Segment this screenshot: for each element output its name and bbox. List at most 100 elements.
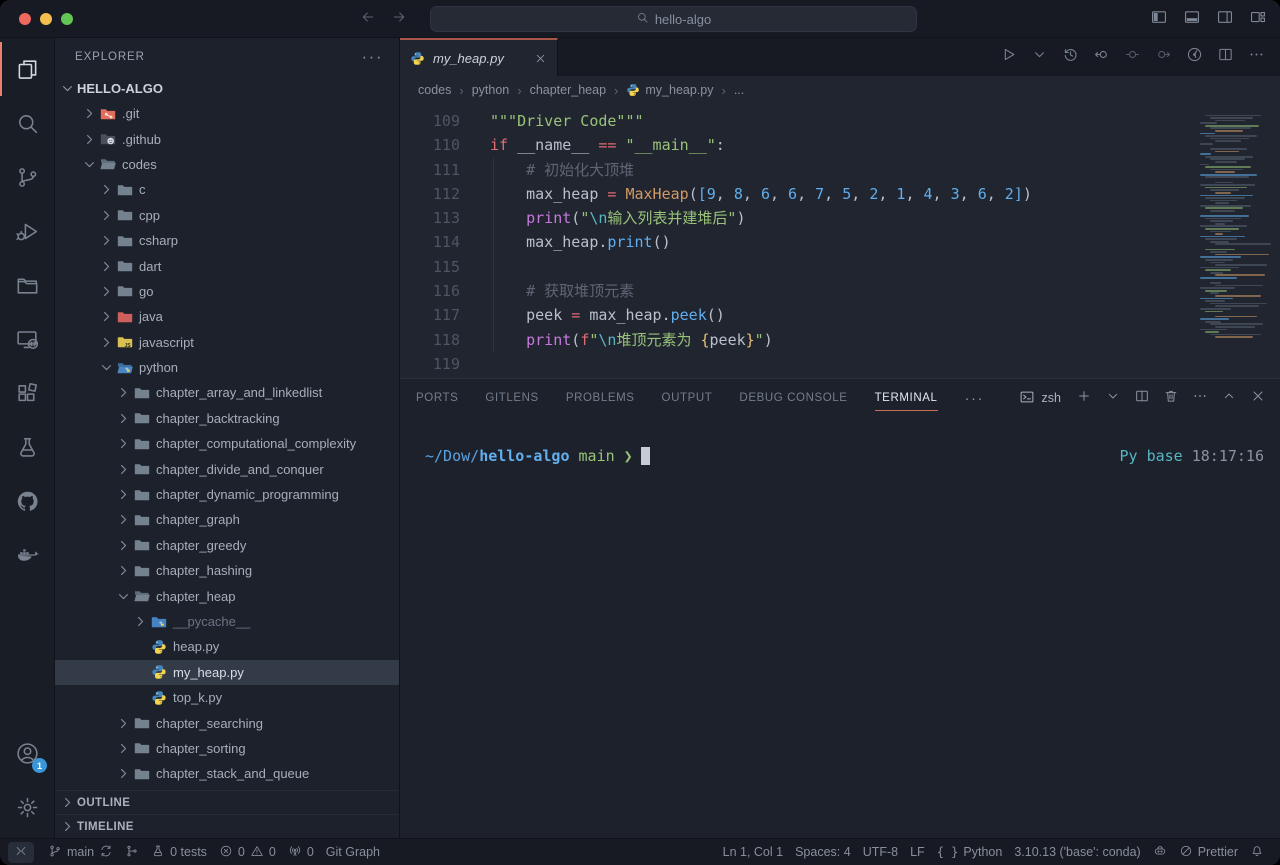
split-editor-icon[interactable] (1217, 46, 1234, 68)
nav-back-icon[interactable] (1093, 46, 1110, 68)
more-actions-icon[interactable] (1248, 46, 1265, 68)
breadcrumb-item-chapter-heap[interactable]: chapter_heap (530, 83, 606, 97)
tree-item-java[interactable]: java (55, 304, 399, 329)
activity-folder-explorer[interactable] (0, 258, 54, 312)
status-branch[interactable]: main (42, 842, 119, 863)
tree-item-chapter-stack-and-queue[interactable]: chapter_stack_and_queue (55, 761, 399, 786)
panel-tabs-more-icon[interactable]: ··· (965, 390, 985, 407)
panel-tab-output[interactable]: OUTPUT (662, 379, 713, 417)
tree-root-hello-algo[interactable]: HELLO-ALGO (55, 76, 399, 101)
minimize-window-button[interactable] (40, 13, 52, 25)
section-outline[interactable]: OUTLINE (55, 790, 399, 814)
tree-item-heap-py[interactable]: heap.py (55, 634, 399, 659)
toggle-secondary-sidebar-icon[interactable] (1216, 8, 1234, 31)
breadcrumb-item-my-heap-py[interactable]: my_heap.py (626, 82, 713, 98)
activity-explorer[interactable] (0, 42, 54, 96)
nav-dot-icon[interactable] (1124, 46, 1141, 68)
command-center-search[interactable]: hello-algo (430, 6, 917, 32)
status-tests[interactable]: 0 tests (145, 842, 213, 863)
tree-item-chapter-searching[interactable]: chapter_searching (55, 710, 399, 735)
activity-github[interactable] (0, 474, 54, 528)
tree-item-chapter-divide-and-conquer[interactable]: chapter_divide_and_conquer (55, 456, 399, 481)
split-terminal-icon[interactable] (1134, 388, 1150, 409)
close-window-button[interactable] (19, 13, 31, 25)
activity-docker[interactable] (0, 528, 54, 582)
activity-settings[interactable] (0, 780, 54, 834)
new-terminal-icon[interactable] (1076, 388, 1092, 409)
tree-item-codes[interactable]: codes (55, 152, 399, 177)
tree-item-chapter-dynamic-programming[interactable]: chapter_dynamic_programming (55, 482, 399, 507)
tree-item-chapter-heap[interactable]: chapter_heap (55, 583, 399, 608)
maximize-panel-icon[interactable] (1221, 388, 1237, 409)
status-eol[interactable]: LF (904, 842, 931, 863)
status-language-mode[interactable]: { }Python (931, 842, 1009, 863)
status-notifications[interactable] (1244, 842, 1270, 863)
panel-tab-ports[interactable]: PORTS (416, 379, 458, 417)
panel-tab-debug-console[interactable]: DEBUG CONSOLE (739, 379, 847, 417)
close-tab-icon[interactable] (534, 52, 547, 65)
status-cursor-position[interactable]: Ln 1, Col 1 (717, 842, 789, 863)
status-prettier[interactable]: Prettier (1173, 842, 1244, 863)
status-encoding[interactable]: UTF-8 (857, 842, 904, 863)
tree-item-top-k-py[interactable]: top_k.py (55, 685, 399, 710)
tab-my-heap-py[interactable]: my_heap.py (400, 38, 558, 76)
status-indentation[interactable]: Spaces: 4 (789, 842, 857, 863)
activity-remote-explorer[interactable] (0, 312, 54, 366)
customize-layout-icon[interactable] (1249, 8, 1267, 31)
run-dropdown[interactable] (1031, 46, 1048, 68)
tree-item-chapter-sorting[interactable]: chapter_sorting (55, 736, 399, 761)
history-icon[interactable] (1062, 46, 1079, 68)
activity-run-and-debug[interactable] (0, 204, 54, 258)
tree-item-chapter-greedy[interactable]: chapter_greedy (55, 533, 399, 558)
panel-tab-terminal[interactable]: TERMINAL (875, 379, 938, 417)
terminal-view[interactable]: ~/Dow/hello-algo main ❯ Py base 18:17:16 (400, 417, 1280, 838)
breadcrumb-item--[interactable]: ... (734, 83, 744, 97)
tree-item-c[interactable]: c (55, 177, 399, 202)
activity-accounts[interactable]: 1 (0, 726, 54, 780)
tree-item-chapter-backtracking[interactable]: chapter_backtracking (55, 406, 399, 431)
status-ports[interactable]: 0 (282, 842, 320, 863)
tree-item-chapter-graph[interactable]: chapter_graph (55, 507, 399, 532)
breadcrumb-item-codes[interactable]: codes (418, 83, 451, 97)
tree-item-python[interactable]: python (55, 355, 399, 380)
tree-item-csharp[interactable]: csharp (55, 228, 399, 253)
tree-item--pycache-[interactable]: __pycache__ (55, 609, 399, 634)
tree-item-my-heap-py[interactable]: my_heap.py (55, 660, 399, 685)
navigate-back-icon[interactable] (360, 9, 376, 30)
status-python-interpreter[interactable]: 3.10.13 ('base': conda) (1008, 842, 1146, 863)
section-timeline[interactable]: TIMELINE (55, 814, 399, 838)
status-remote-indicator[interactable] (8, 842, 34, 863)
panel-tab-problems[interactable]: PROBLEMS (566, 379, 635, 417)
panel-tab-gitlens[interactable]: GITLENS (485, 379, 538, 417)
run-button[interactable] (1000, 46, 1017, 68)
navigate-forward-icon[interactable] (391, 9, 407, 30)
tree-item-chapter-array-and-linkedlist[interactable]: chapter_array_and_linkedlist (55, 380, 399, 405)
tree-item--git[interactable]: .git (55, 101, 399, 126)
tree-item-go[interactable]: go (55, 279, 399, 304)
zoom-window-button[interactable] (61, 13, 73, 25)
gitlens-graph-icon[interactable] (1186, 46, 1203, 68)
terminal-dropdown-icon[interactable] (1105, 388, 1121, 409)
status-git-graph-button[interactable] (119, 842, 145, 863)
tree-item-javascript[interactable]: JSjavascript (55, 330, 399, 355)
tree-item--github[interactable]: .github (55, 126, 399, 151)
sidebar-more-actions-icon[interactable]: ··· (362, 47, 383, 67)
minimap[interactable] (1200, 112, 1272, 339)
tree-item-cpp[interactable]: cpp (55, 203, 399, 228)
tree-item-chapter-computational-complexity[interactable]: chapter_computational_complexity (55, 431, 399, 456)
code-editor[interactable]: 109"""Driver Code"""110if __name__ == "_… (400, 104, 1280, 378)
toggle-panel-icon[interactable] (1183, 8, 1201, 31)
close-panel-icon[interactable] (1250, 388, 1266, 409)
nav-forward-icon[interactable] (1155, 46, 1172, 68)
tree-item-chapter-hashing[interactable]: chapter_hashing (55, 558, 399, 583)
status-git-graph-label[interactable]: Git Graph (320, 842, 386, 863)
tree-item-dart[interactable]: dart (55, 253, 399, 278)
activity-testing[interactable] (0, 420, 54, 474)
status-copilot[interactable] (1147, 842, 1173, 863)
breadcrumb-item-python[interactable]: python (472, 83, 510, 97)
status-problems[interactable]: 00 (213, 842, 282, 863)
shell-selector[interactable]: zsh (1019, 389, 1061, 408)
kill-terminal-icon[interactable] (1163, 388, 1179, 409)
activity-search[interactable] (0, 96, 54, 150)
activity-extensions[interactable] (0, 366, 54, 420)
